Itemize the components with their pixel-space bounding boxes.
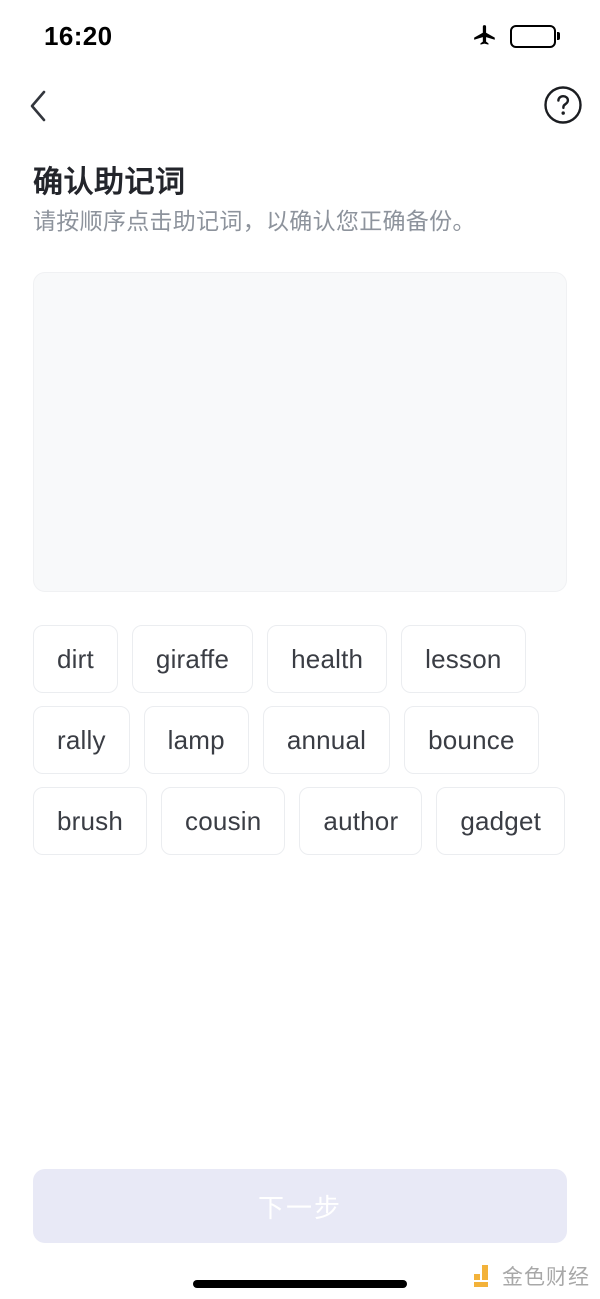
word-chip[interactable]: lamp [143,706,249,774]
word-chip[interactable]: cousin [161,787,286,855]
word-chip[interactable]: author [299,787,423,855]
back-button[interactable] [12,80,64,132]
word-chip[interactable]: dirt [33,625,118,693]
status-time: 16:20 [44,20,113,51]
battery-icon [510,24,560,48]
chevron-left-icon [30,90,46,122]
question-mark-circle-icon [544,86,582,124]
word-chip[interactable]: bounce [404,706,539,774]
home-indicator [193,1280,407,1288]
word-chip[interactable]: health [267,625,388,693]
selected-words-card[interactable] [33,272,567,592]
airplane-mode-icon [474,25,495,45]
watermark: 金色财经 [469,1261,590,1291]
jinse-logo-icon [474,1265,488,1287]
word-chip[interactable]: giraffe [131,625,254,693]
selected-words-list [34,273,566,309]
status-bar: 16:20 [0,0,600,72]
status-indicators [472,23,560,49]
page-title: 确认助记词 [33,166,186,199]
watermark-text: 金色财经 [502,1266,590,1289]
word-chip[interactable]: brush [33,787,148,855]
word-chip[interactable]: rally [33,706,130,774]
help-button[interactable] [543,85,583,125]
battery-cap [556,32,560,40]
next-button[interactable]: 下一步 [33,1169,567,1243]
page-subtitle: 请按顺序点击助记词，以确认您正确备份。 [33,208,476,234]
word-chip[interactable]: gadget [436,787,566,855]
word-chip[interactable]: lesson [401,625,526,693]
word-pool: dirt giraffe health lesson rally lamp annual bo… [33,625,567,855]
word-chip[interactable]: annual [262,706,391,774]
nav-bar [0,76,600,136]
